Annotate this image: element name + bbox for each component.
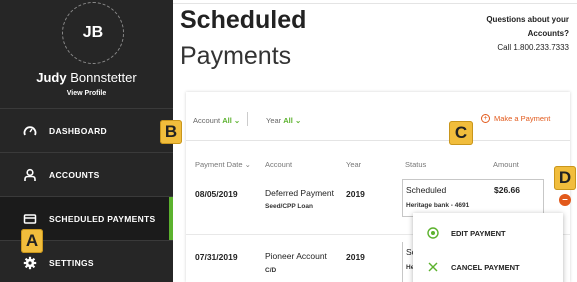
column-header-status: Status [405, 160, 427, 169]
edit-payment-label: EDIT PAYMENT [451, 228, 506, 238]
page-title-line1: Scheduled [180, 6, 307, 34]
app-frame: JB Judy Bonnstetter View Profile DASHBOA… [0, 0, 577, 282]
year-filter-label: Year [266, 116, 282, 125]
user-icon [23, 168, 37, 182]
plus-circle-icon: + [481, 114, 490, 123]
sidebar-item-dashboard[interactable]: DASHBOARD [0, 108, 173, 152]
help-line2: Accounts? [527, 29, 569, 38]
row2-year: 2019 [346, 252, 365, 262]
row2-account-sub: C/D [265, 267, 277, 274]
gauge-icon [23, 124, 37, 138]
account-filter[interactable]: Account All ⌄ [193, 116, 240, 125]
sidebar-item-accounts[interactable]: ACCOUNTS [0, 152, 173, 196]
close-icon [427, 261, 439, 273]
payments-panel: Account All ⌄ Year All ⌄ + Make a Paymen… [186, 92, 571, 282]
row1-status: Scheduled [406, 185, 447, 195]
row1-year: 2019 [346, 189, 365, 199]
column-header-year: Year [346, 160, 362, 169]
callout-badge-c: C [449, 121, 473, 145]
row1-account-sub: Seed/CPP Loan [265, 203, 313, 210]
main-content: Scheduled Payments Questions about your … [173, 0, 577, 282]
year-filter-value: All [283, 116, 293, 125]
callout-badge-b: B [160, 120, 182, 144]
sidebar-item-label: SETTINGS [49, 257, 94, 268]
user-first-name: Judy [36, 70, 67, 85]
row-menu-toggle-button[interactable]: – [559, 194, 571, 206]
row1-amount: $26.66 [494, 185, 520, 195]
divider [173, 3, 577, 4]
sidebar-item-label: DASHBOARD [49, 125, 107, 136]
make-payment-label: Make a Payment [494, 114, 551, 123]
account-filter-label: Account [193, 116, 221, 125]
callout-badge-a: A [21, 229, 43, 253]
row1-date: 08/05/2019 [195, 189, 238, 199]
view-profile-link[interactable]: View Profile [0, 90, 173, 97]
make-payment-link[interactable]: + Make a Payment [481, 114, 550, 123]
row1-status-sub: Heritage bank - 4691 [406, 202, 470, 209]
callout-badge-d: D [554, 166, 576, 190]
cancel-payment-label: CANCEL PAYMENT [451, 262, 520, 272]
column-header-payment-date[interactable]: Payment Date ⌄ [195, 160, 251, 169]
divider [247, 112, 248, 126]
help-text: Questions about your Accounts? Call 1.80… [486, 13, 569, 55]
chevron-down-icon: ⌄ [244, 160, 251, 169]
year-filter[interactable]: Year All ⌄ [266, 116, 301, 125]
gear-icon [23, 256, 37, 270]
edit-icon [427, 227, 439, 239]
sidebar-item-label: ACCOUNTS [49, 169, 100, 180]
card-icon [23, 212, 37, 226]
row2-account: Pioneer Account [265, 251, 327, 261]
row1-account: Deferred Payment [265, 188, 334, 198]
account-filter-value: All [222, 116, 232, 125]
row2-date: 07/31/2019 [195, 252, 238, 262]
chevron-down-icon: ⌄ [233, 116, 241, 125]
edit-payment-button[interactable]: EDIT PAYMENT [413, 216, 563, 250]
chevron-down-icon: ⌄ [294, 116, 302, 125]
help-phone[interactable]: Call 1.800.233.7333 [486, 41, 569, 55]
filter-row: Account All ⌄ Year All ⌄ + Make a Paymen… [186, 92, 570, 141]
column-header-amount: Amount [493, 160, 519, 169]
cancel-payment-button[interactable]: CANCEL PAYMENT [413, 250, 563, 282]
row-action-menu: EDIT PAYMENT CANCEL PAYMENT [413, 213, 563, 282]
user-name: Judy Bonnstetter [0, 70, 173, 85]
page-title-line2: Payments [180, 42, 292, 70]
help-line1: Questions about your [486, 15, 569, 24]
sidebar-item-label: SCHEDULED PAYMENTS [49, 213, 156, 224]
column-header-account: Account [265, 160, 293, 169]
avatar[interactable]: JB [62, 2, 124, 64]
user-last-name: Bonnstetter [70, 70, 137, 85]
